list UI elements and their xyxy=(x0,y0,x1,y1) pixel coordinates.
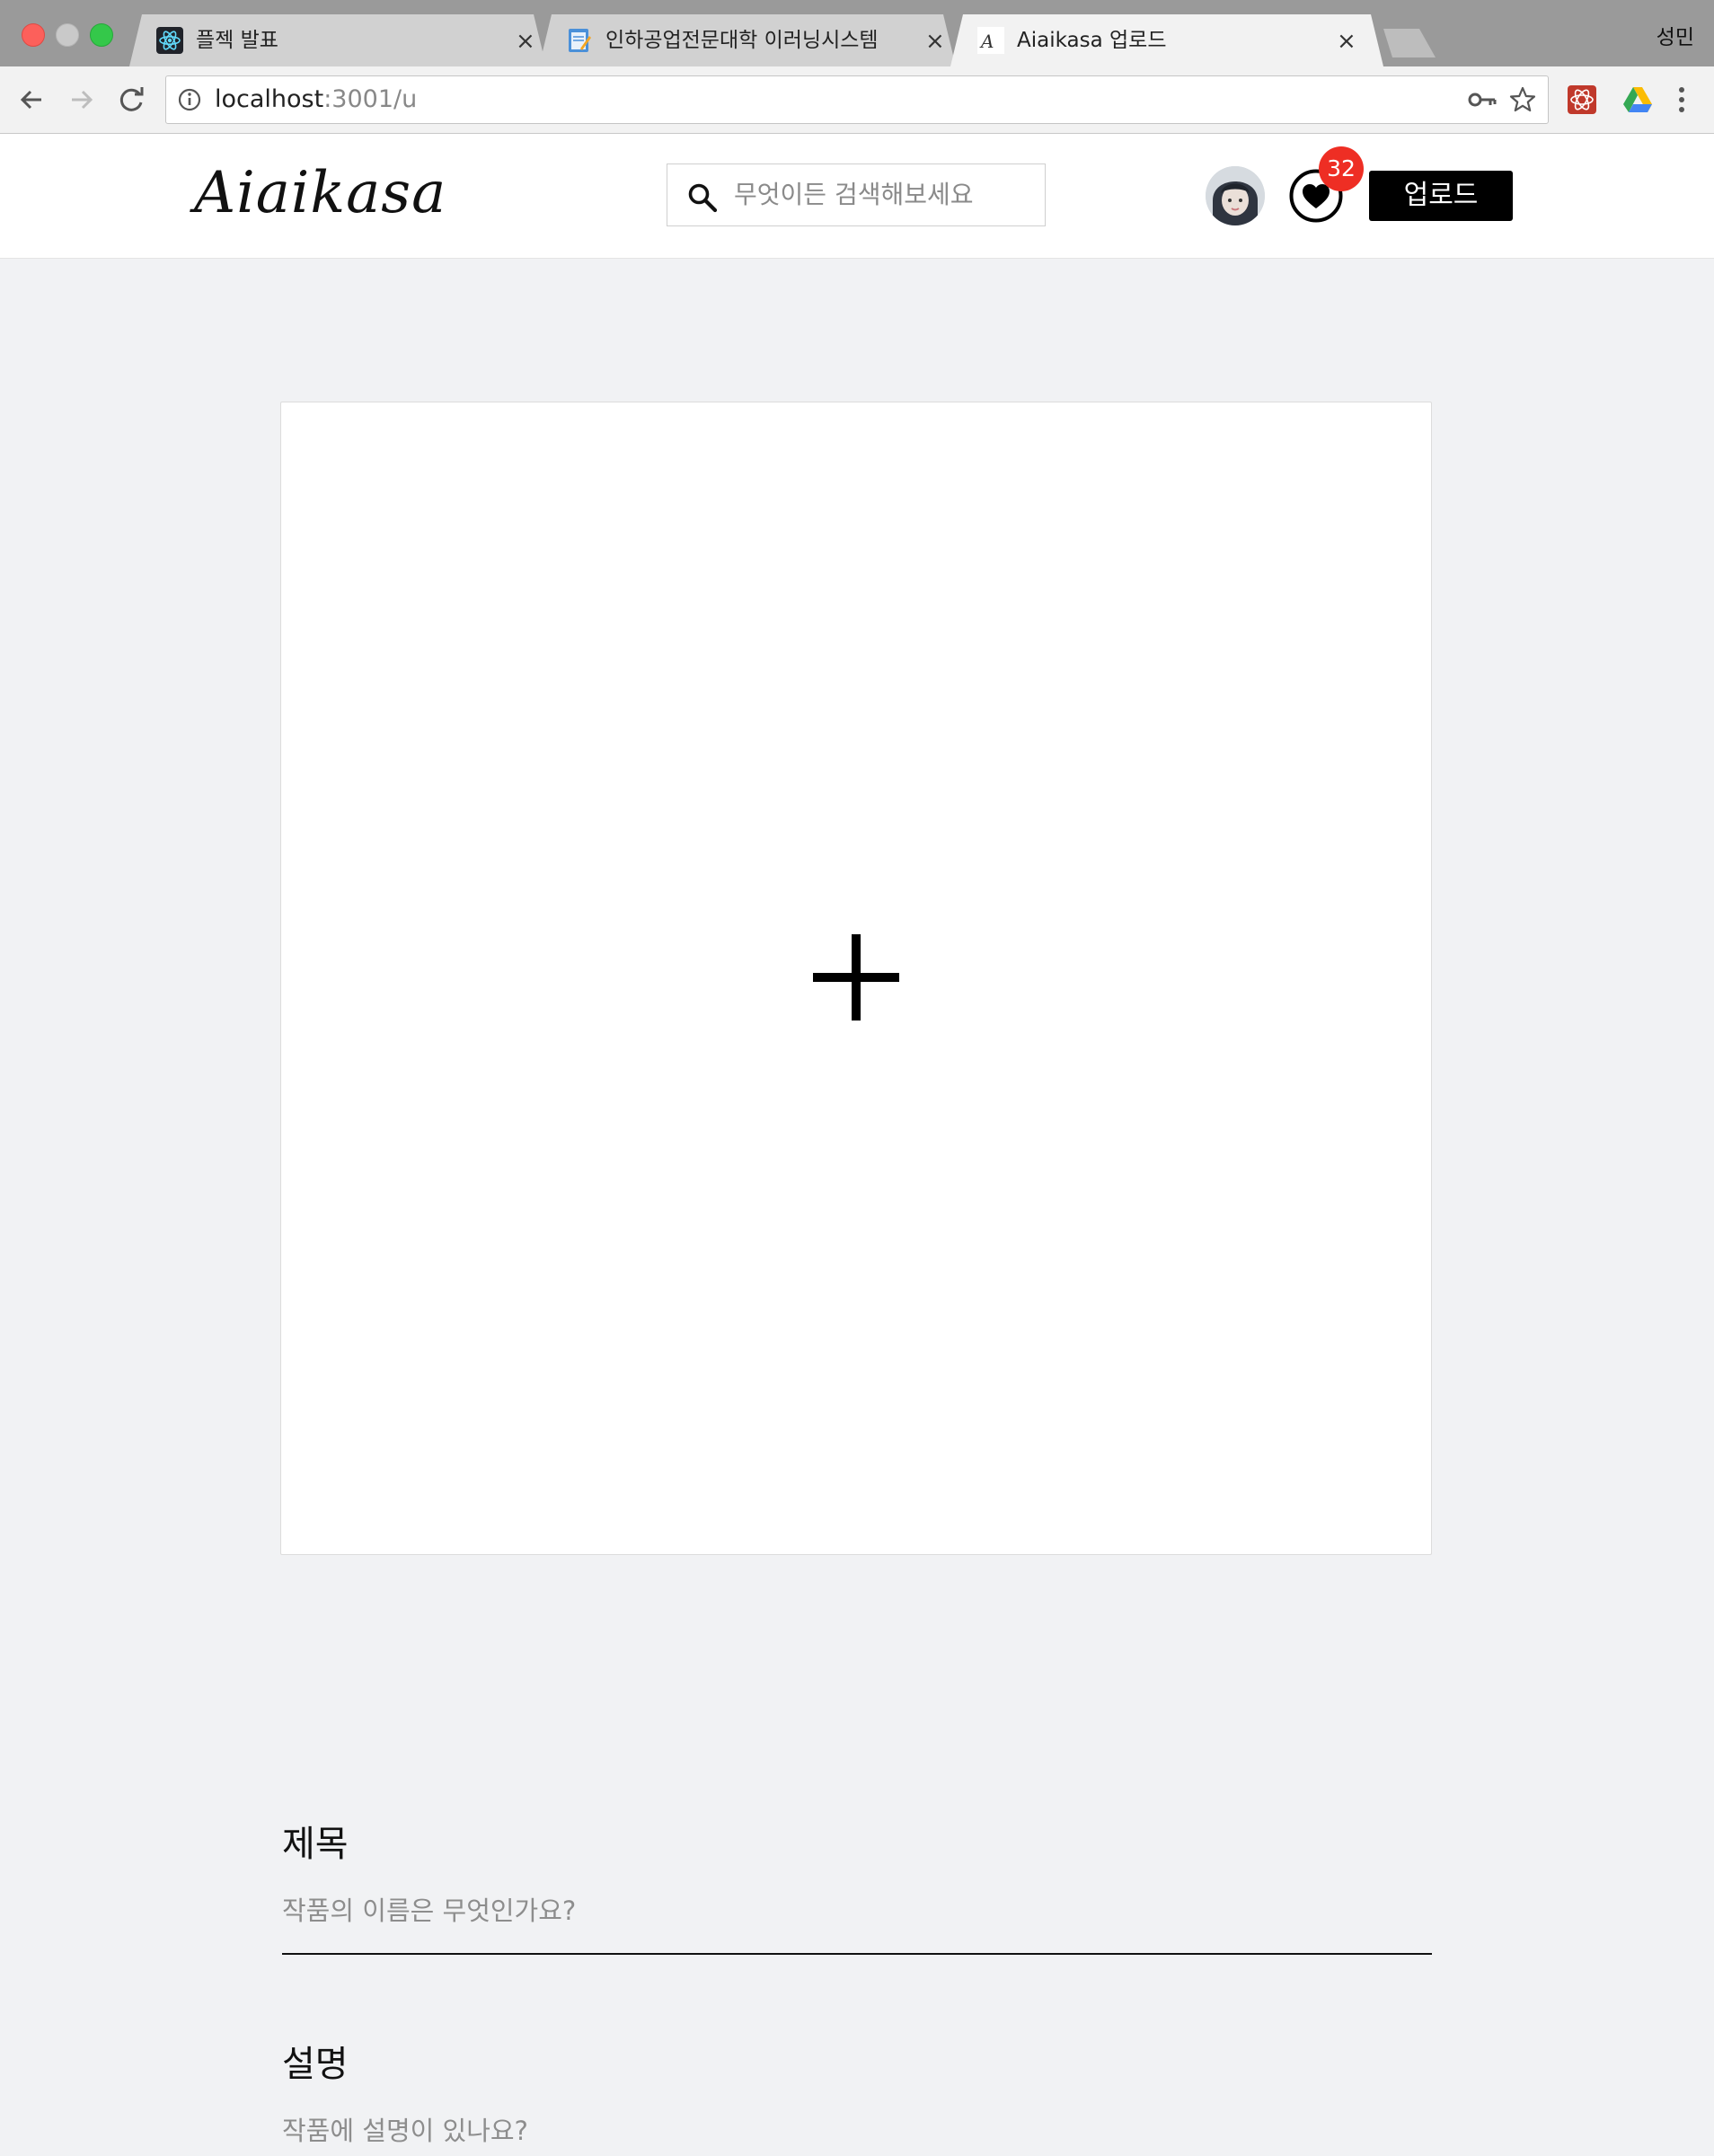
avatar[interactable] xyxy=(1206,166,1265,225)
search-bar[interactable] xyxy=(667,163,1046,226)
search-icon xyxy=(688,183,718,213)
tab-elearning[interactable]: 인하공업전문대학 이러닝시스템 × xyxy=(539,14,956,66)
user-avatar-image xyxy=(1206,166,1265,225)
new-tab-button[interactable] xyxy=(1376,29,1436,57)
description-input[interactable] xyxy=(282,2107,1432,2155)
title-label: 제목 xyxy=(282,1824,349,1865)
browser-titlebar: 플젝 발표 × 인하공업전문대학 이러닝시스템 × A Aiaikasa 업로드… xyxy=(0,0,1714,66)
maximize-window-button[interactable] xyxy=(90,23,113,47)
tab-presentation[interactable]: 플젝 발표 × xyxy=(129,14,546,66)
reload-icon[interactable] xyxy=(115,83,149,117)
profile-name[interactable]: 성민 xyxy=(1657,20,1694,50)
extension-icon[interactable] xyxy=(1567,84,1597,115)
key-icon[interactable] xyxy=(1467,87,1498,112)
tab-aiaikasa-upload[interactable]: A Aiaikasa 업로드 × xyxy=(950,14,1383,66)
tab-title: Aiaikasa 업로드 xyxy=(1017,29,1167,52)
upload-button[interactable]: 업로드 xyxy=(1369,171,1513,221)
title-input[interactable] xyxy=(282,1886,1432,1935)
address-bar[interactable]: localhost:3001/u xyxy=(165,75,1549,124)
description-label: 설명 xyxy=(282,2044,349,2085)
info-icon[interactable] xyxy=(177,87,202,112)
search-input[interactable] xyxy=(734,164,1030,224)
close-icon[interactable]: × xyxy=(516,31,535,52)
tab-title: 플젝 발표 xyxy=(196,29,278,52)
tab-title: 인하공업전문대학 이러닝시스템 xyxy=(605,29,879,52)
url-path: :3001/u xyxy=(323,85,418,113)
close-icon[interactable]: × xyxy=(1337,31,1356,52)
minimize-window-button[interactable] xyxy=(56,23,79,47)
drive-icon[interactable] xyxy=(1622,84,1653,115)
forward-arrow-icon[interactable] xyxy=(65,83,99,117)
browser-toolbar: localhost:3001/u xyxy=(0,66,1714,134)
likes-count-badge: 32 xyxy=(1319,146,1364,191)
notepad-icon xyxy=(566,27,593,54)
back-arrow-icon[interactable] xyxy=(14,83,49,117)
react-icon xyxy=(156,27,183,54)
plus-icon xyxy=(813,934,899,1021)
image-upload-dropzone[interactable] xyxy=(280,402,1432,1555)
aiaikasa-favicon: A xyxy=(977,27,1004,54)
url-host: localhost xyxy=(215,85,324,113)
site-header: Aiaikasa 32 업로드 xyxy=(0,134,1714,259)
site-logo[interactable]: Aiaikasa xyxy=(194,157,446,229)
more-menu-icon[interactable] xyxy=(1673,83,1691,117)
url-text: localhost:3001/u xyxy=(215,86,417,113)
close-window-button[interactable] xyxy=(22,23,45,47)
close-icon[interactable]: × xyxy=(925,31,945,52)
bookmark-star-icon[interactable] xyxy=(1508,85,1537,114)
title-underline xyxy=(282,1953,1432,1955)
svg-text:A: A xyxy=(979,31,994,52)
